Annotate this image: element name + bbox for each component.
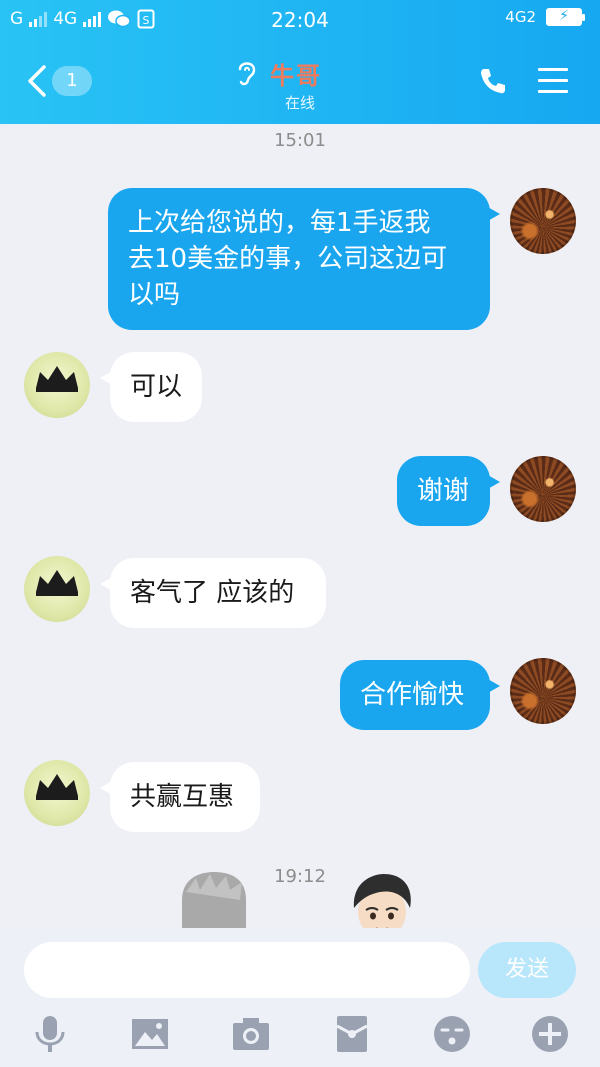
message-text: 可以 — [130, 372, 183, 402]
red-packet-icon[interactable] — [330, 1012, 374, 1056]
message-bubble-outgoing[interactable]: 合作愉快 — [340, 660, 500, 730]
message-bubble-incoming[interactable]: 可以 — [100, 352, 202, 422]
image-icon[interactable] — [128, 1012, 172, 1056]
plus-icon[interactable] — [528, 1012, 572, 1056]
crown-icon — [36, 366, 78, 392]
message-text: 合作愉快 — [360, 680, 465, 710]
crown-icon — [36, 774, 78, 800]
send-button[interactable]: 发送 — [478, 942, 576, 998]
message-text: 谢谢 — [417, 476, 470, 506]
emoji-icon[interactable] — [430, 1012, 474, 1056]
phone-icon[interactable] — [478, 66, 508, 96]
my-avatar[interactable] — [510, 188, 576, 254]
chat-screen: G 4G S 22:04 4G2 ⚡ 1 牛哥 在线 15:01 上次给您说的，… — [0, 0, 600, 1067]
battery-charging-icon: ⚡ — [546, 8, 585, 26]
message-bubble-incoming[interactable]: 客气了 应该的 — [100, 558, 326, 628]
message-bubble-incoming[interactable]: 共赢互惠 — [100, 762, 260, 832]
message-text-line: 去10美金的事，公司这边可 — [128, 244, 448, 274]
timestamp: 19:12 — [274, 866, 326, 887]
status-right: 4G2 ⚡ — [505, 8, 585, 26]
my-avatar[interactable] — [510, 658, 576, 724]
microphone-icon[interactable] — [28, 1012, 72, 1056]
crown-icon — [36, 570, 78, 596]
message-text-line: 上次给您说的，每1手返我 — [128, 208, 431, 238]
header: G 4G S 22:04 4G2 ⚡ 1 牛哥 在线 — [0, 0, 600, 124]
status-bar: G 4G S 22:04 4G2 ⚡ — [0, 0, 600, 40]
menu-icon[interactable] — [538, 68, 568, 94]
message-text: 共赢互惠 — [130, 782, 235, 812]
contact-avatar[interactable] — [24, 760, 90, 826]
timestamp: 15:01 — [274, 130, 326, 151]
message-text: 客气了 应该的 — [130, 578, 295, 608]
contact-avatar[interactable] — [24, 352, 90, 418]
input-area: 发送 — [0, 928, 600, 1067]
network-right-label: 4G2 — [505, 8, 536, 26]
contact-avatar[interactable] — [24, 556, 90, 622]
message-text-line: 以吗 — [128, 280, 181, 310]
my-avatar[interactable] — [510, 456, 576, 522]
message-bubble-outgoing[interactable]: 上次给您说的，每1手返我 去10美金的事，公司这边可 以吗 — [108, 188, 500, 330]
message-bubble-outgoing[interactable]: 谢谢 — [397, 456, 500, 526]
contact-name[interactable]: 牛哥 — [270, 56, 322, 91]
message-input[interactable] — [24, 942, 470, 998]
input-toolbar — [0, 1012, 600, 1062]
camera-icon[interactable] — [229, 1012, 273, 1056]
contact-status: 在线 — [284, 94, 315, 112]
ear-icon[interactable] — [234, 58, 260, 88]
